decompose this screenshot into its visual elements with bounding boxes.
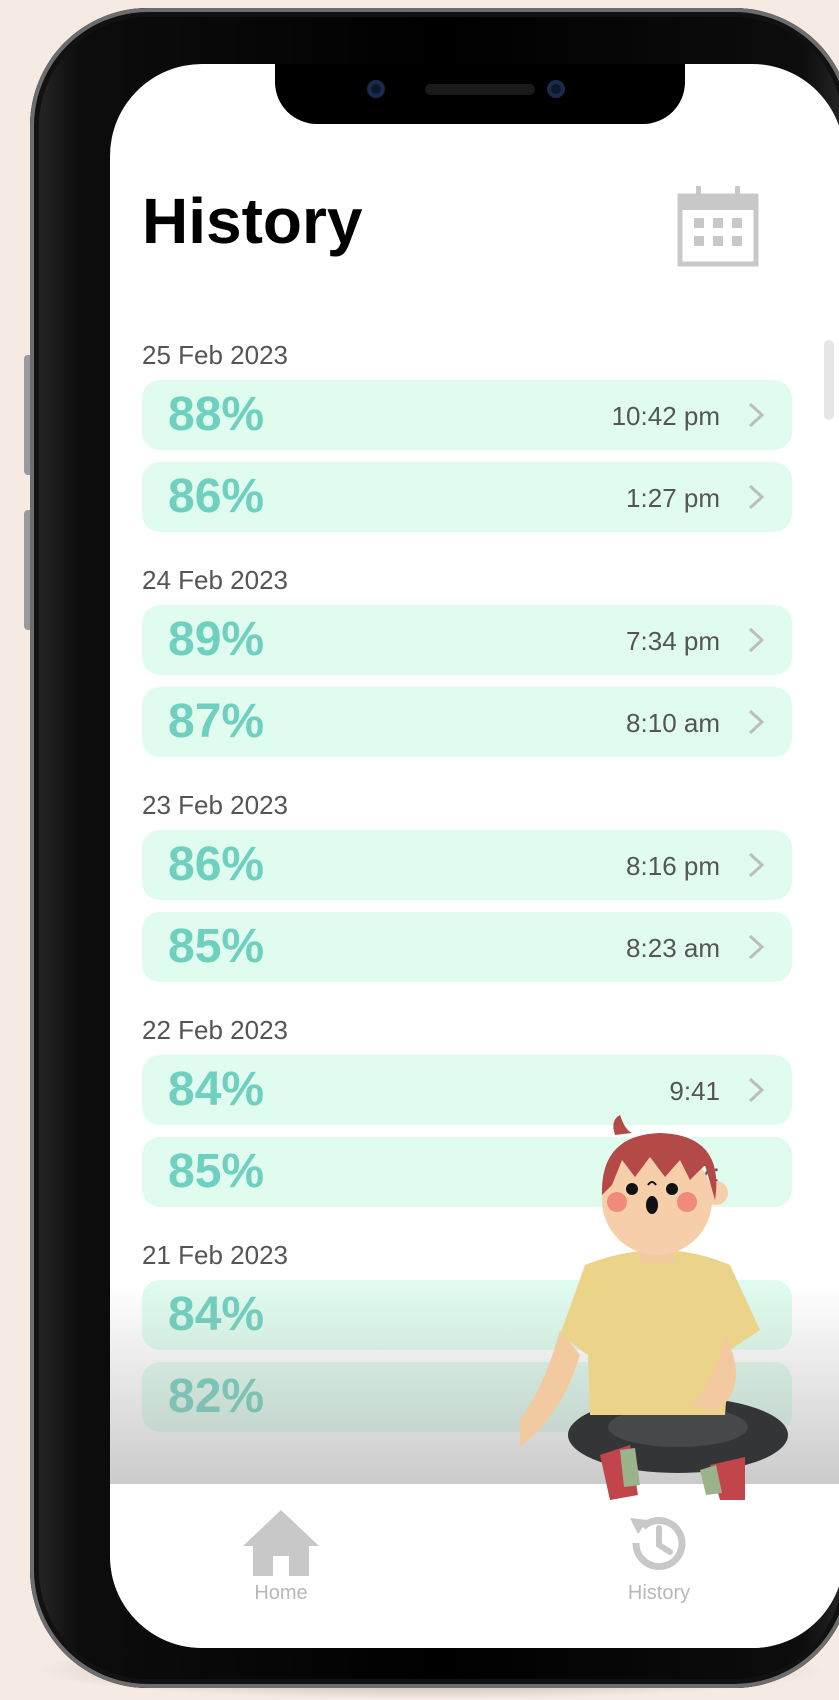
group-date: 25 Feb 2023 (142, 340, 289, 370)
chevron-right-icon (748, 709, 765, 735)
score-percent: 84% (168, 1288, 265, 1341)
tab-home[interactable]: Home (216, 1508, 346, 1605)
history-row[interactable]: 86% 8:16 pm (142, 830, 792, 900)
entry-time: 10:42 pm (611, 401, 720, 431)
scrollbar[interactable] (824, 340, 834, 420)
tab-bar: Home History (110, 1486, 839, 1648)
tab-label: Home (254, 1582, 308, 1604)
tab-history[interactable]: History (594, 1508, 724, 1605)
chevron-right-icon (748, 1077, 765, 1103)
score-percent: 85% (168, 1145, 265, 1198)
score-percent: 84% (168, 1063, 265, 1116)
entry-time: 9:41 (669, 1076, 720, 1106)
group-date: 22 Feb 2023 (142, 1015, 289, 1045)
history-group: 24 Feb 2023 89% 7:34 pm 87% 8:10 am (142, 564, 792, 757)
entry-time: 8:16 pm (626, 851, 720, 881)
page-title: History (142, 185, 363, 257)
tab-label: History (627, 1582, 691, 1604)
history-group: 23 Feb 2023 86% 8:16 pm 85% 8:23 am (142, 789, 792, 982)
calendar-icon[interactable] (676, 184, 760, 268)
entry-time: 1:27 pm (626, 483, 720, 513)
home-icon (243, 1510, 319, 1576)
speaker (425, 84, 535, 95)
score-percent: 88% (168, 388, 265, 441)
score-percent: 89% (168, 613, 265, 666)
score-percent: 86% (168, 838, 265, 891)
chevron-right-icon (748, 934, 765, 960)
chevron-right-icon (748, 627, 765, 653)
history-group: 25 Feb 2023 88% 10:42 pm 86% 1:27 pm (142, 339, 792, 532)
history-row[interactable]: 89% 7:34 pm (142, 605, 792, 675)
group-date: 23 Feb 2023 (142, 790, 289, 820)
entry-time: 8:10 am (626, 708, 720, 738)
sensor-icon (547, 80, 565, 98)
history-icon (630, 1517, 686, 1571)
group-date: 24 Feb 2023 (142, 565, 289, 595)
score-percent: 86% (168, 470, 265, 523)
history-row[interactable]: 87% 8:10 am (142, 687, 792, 757)
chevron-right-icon (748, 402, 765, 428)
history-row[interactable]: 85% 8:23 am (142, 912, 792, 982)
history-row[interactable]: 86% 1:27 pm (142, 462, 792, 532)
score-percent: 87% (168, 695, 265, 748)
score-percent: 85% (168, 920, 265, 973)
chevron-right-icon (748, 484, 765, 510)
entry-time: 8:23 am (626, 933, 720, 963)
chevron-right-icon (748, 852, 765, 878)
sitting-child-illustration (520, 1115, 788, 1500)
entry-time: 7:34 pm (626, 626, 720, 656)
score-percent: 82% (168, 1370, 265, 1423)
notch (275, 64, 685, 124)
camera-icon (367, 80, 385, 98)
history-row[interactable]: 88% 10:42 pm (142, 380, 792, 450)
